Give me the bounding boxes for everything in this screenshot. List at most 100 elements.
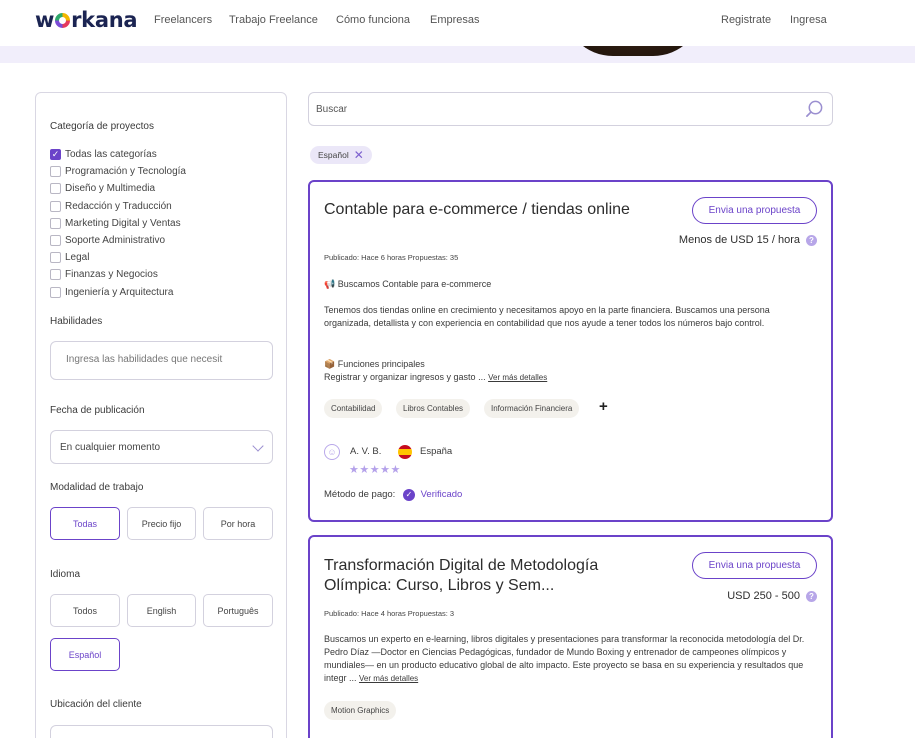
language-title: Idioma bbox=[50, 569, 81, 580]
search-icon[interactable] bbox=[805, 100, 824, 119]
skill-tag[interactable]: Información Financiera bbox=[484, 399, 580, 418]
category-label: Todas las categorías bbox=[65, 149, 157, 161]
category-legal[interactable]: Legal bbox=[50, 249, 186, 266]
checkbox-icon[interactable] bbox=[50, 200, 61, 212]
client-country: España bbox=[420, 446, 453, 457]
skills-placeholder: Ingresa las habilidades que necesit bbox=[66, 354, 223, 365]
search-placeholder: Buscar bbox=[316, 104, 348, 115]
filters-sidebar: Categoría de proyectos ✓ Todas las catego… bbox=[35, 92, 287, 738]
language-portugues[interactable]: Português bbox=[203, 594, 273, 627]
payment-label: Método de pago: bbox=[324, 489, 396, 500]
client-name[interactable]: A. V. B. bbox=[350, 445, 430, 458]
hero-band bbox=[0, 46, 915, 63]
language-todos[interactable]: Todos bbox=[50, 594, 120, 627]
category-list: ✓ Todas las categorías Programación y Tec… bbox=[50, 146, 186, 301]
remove-filter-icon[interactable]: ✕ bbox=[354, 148, 364, 162]
modality-precio-fijo[interactable]: Precio fijo bbox=[127, 507, 196, 540]
category-label: Marketing Digital y Ventas bbox=[65, 217, 181, 229]
project-section-body: Registrar y organizar ingresos y gasto .… bbox=[324, 371, 819, 384]
category-redaccion[interactable]: Redacción y Traducción bbox=[50, 198, 186, 215]
see-more-link[interactable]: Ver más detalles bbox=[359, 674, 418, 683]
project-headline: 📢 Buscamos Contable para e-commerce bbox=[324, 279, 492, 289]
spain-flag-icon bbox=[398, 445, 412, 459]
skill-tag[interactable]: Motion Graphics bbox=[324, 701, 397, 720]
location-title: Ubicación del cliente bbox=[50, 699, 142, 710]
project-meta: Publicado: Hace 6 horas Propuestas: 35 bbox=[324, 253, 459, 262]
language-english[interactable]: English bbox=[127, 594, 196, 627]
category-label: Programación y Tecnología bbox=[65, 166, 186, 178]
logo-o-icon bbox=[55, 13, 71, 28]
project-price-label: USD 250 - 500 bbox=[727, 590, 800, 602]
location-input[interactable] bbox=[50, 725, 273, 738]
category-finanzas[interactable]: Finanzas y Negocios bbox=[50, 266, 186, 283]
checkbox-icon[interactable] bbox=[50, 235, 61, 247]
see-more-link[interactable]: Ver más detalles bbox=[488, 373, 547, 382]
category-label: Diseño y Multimedia bbox=[65, 183, 156, 195]
send-proposal-button[interactable]: Envia una propuesta bbox=[692, 197, 817, 224]
project-card[interactable]: Contable para e-commerce / tiendas onlin… bbox=[308, 180, 833, 522]
nav-freelancers[interactable]: Freelancers bbox=[154, 14, 212, 26]
project-section-text: Registrar y organizar ingresos y gasto .… bbox=[324, 372, 486, 382]
register-link[interactable]: Registrate bbox=[721, 14, 771, 26]
project-description: Tenemos dos tiendas online en crecimient… bbox=[324, 305, 770, 328]
modality-todas[interactable]: Todas bbox=[50, 507, 120, 540]
nav-trabajo-freelance[interactable]: Trabajo Freelance bbox=[229, 14, 318, 26]
active-filter-label: Español bbox=[318, 150, 349, 160]
hero-image bbox=[563, 46, 703, 56]
payment-row: Método de pago: ✓ Verificado bbox=[324, 488, 624, 501]
project-section-title: 📦 Funciones principales bbox=[324, 359, 425, 369]
category-label: Redacción y Traducción bbox=[65, 200, 172, 212]
more-tags-plus-icon[interactable]: + bbox=[599, 398, 608, 415]
search-bar[interactable]: Buscar bbox=[308, 92, 833, 126]
top-navbar: w rkana Freelancers Trabajo Freelance Cóm… bbox=[0, 0, 915, 46]
client-avatar-icon: ☺ bbox=[324, 444, 340, 460]
category-label: Finanzas y Negocios bbox=[65, 269, 158, 281]
project-title[interactable]: Contable para e-commerce / tiendas onlin… bbox=[324, 200, 664, 220]
checkbox-icon[interactable] bbox=[50, 166, 61, 178]
chevron-down-icon bbox=[252, 440, 264, 452]
project-title[interactable]: Transformación Digital de Metodología Ol… bbox=[324, 556, 664, 596]
payment-status: Verificado bbox=[420, 489, 463, 500]
skill-tag[interactable]: Contabilidad bbox=[324, 399, 383, 418]
category-soporte[interactable]: Soporte Administrativo bbox=[50, 232, 186, 249]
nav-empresas[interactable]: Empresas bbox=[430, 14, 480, 26]
help-icon[interactable]: ? bbox=[806, 234, 817, 246]
project-meta: Publicado: Hace 4 horas Propuestas: 3 bbox=[324, 609, 455, 618]
project-price-label: Menos de USD 15 / hora bbox=[678, 234, 800, 246]
category-todas[interactable]: ✓ Todas las categorías bbox=[50, 146, 186, 163]
login-link[interactable]: Ingresa bbox=[790, 14, 827, 26]
category-label: Ingeniería y Arquitectura bbox=[65, 286, 174, 298]
help-icon[interactable]: ? bbox=[806, 590, 817, 602]
skills-input[interactable]: Ingresa las habilidades que necesit bbox=[50, 341, 273, 380]
checkbox-icon[interactable] bbox=[50, 217, 61, 229]
rating-stars-icon: ★★★★★ bbox=[349, 464, 401, 476]
date-select[interactable]: En cualquier momento bbox=[50, 430, 273, 464]
checkbox-icon[interactable] bbox=[50, 252, 61, 264]
modality-por-hora[interactable]: Por hora bbox=[203, 507, 273, 540]
category-label: Soporte Administrativo bbox=[65, 235, 166, 247]
modality-title: Modalidad de trabajo bbox=[50, 482, 144, 493]
checkbox-icon[interactable] bbox=[50, 183, 61, 195]
category-ingenieria[interactable]: Ingeniería y Arquitectura bbox=[50, 284, 186, 301]
language-espanol[interactable]: Español bbox=[50, 638, 120, 671]
category-label: Legal bbox=[65, 252, 90, 264]
project-description: Buscamos un experto en e-learning, libro… bbox=[324, 633, 819, 685]
category-diseno[interactable]: Diseño y Multimedia bbox=[50, 180, 186, 197]
project-card[interactable]: Transformación Digital de Metodología Ol… bbox=[308, 535, 833, 738]
checkbox-icon[interactable] bbox=[50, 269, 61, 281]
category-programacion[interactable]: Programación y Tecnología bbox=[50, 163, 186, 180]
skills-title: Habilidades bbox=[50, 316, 103, 327]
verified-check-icon: ✓ bbox=[402, 488, 415, 501]
project-price: USD 250 - 500 ? bbox=[727, 590, 817, 602]
category-marketing[interactable]: Marketing Digital y Ventas bbox=[50, 215, 186, 232]
active-filter-chip: Español ✕ bbox=[310, 146, 372, 164]
nav-como-funciona[interactable]: Cómo funciona bbox=[336, 14, 410, 26]
date-select-value: En cualquier momento bbox=[60, 442, 161, 453]
categories-title: Categoría de proyectos bbox=[50, 121, 154, 132]
send-proposal-button[interactable]: Envia una propuesta bbox=[692, 552, 817, 579]
checkbox-icon[interactable] bbox=[50, 286, 61, 298]
skill-tag[interactable]: Libros Contables bbox=[396, 399, 471, 418]
checkbox-checked-icon[interactable]: ✓ bbox=[50, 149, 61, 161]
workana-logo[interactable]: w rkana bbox=[35, 8, 138, 32]
project-price: Menos de USD 15 / hora ? bbox=[679, 234, 817, 246]
